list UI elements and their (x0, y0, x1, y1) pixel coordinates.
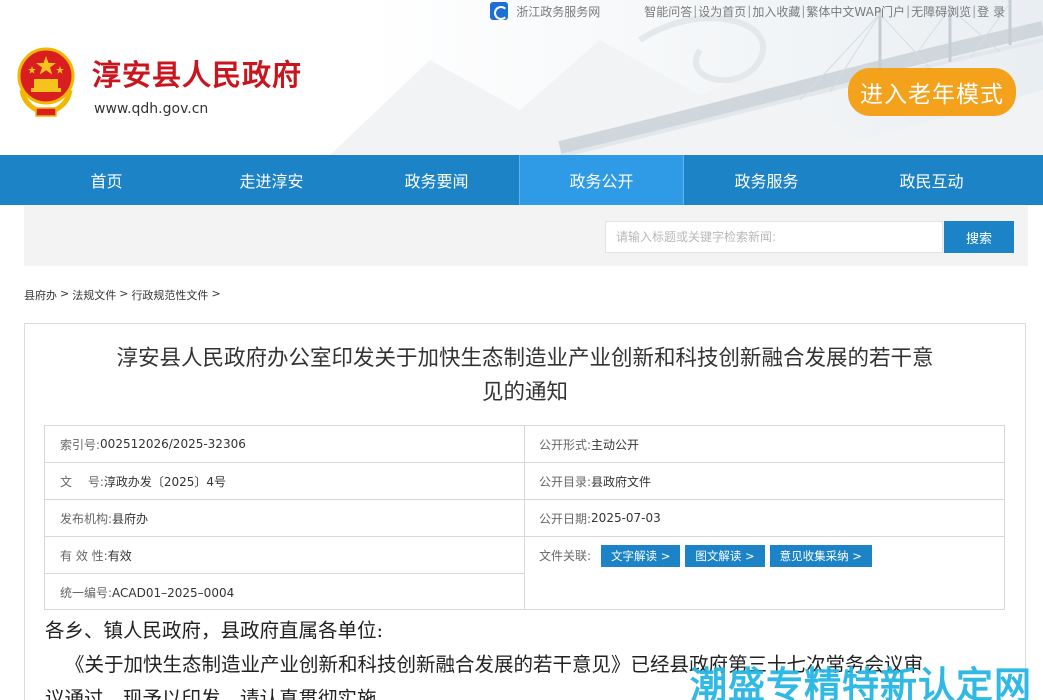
nav-item-public-interaction[interactable]: 政民互动 (849, 155, 1014, 205)
breadcrumb-separator: > (119, 287, 129, 300)
meta-column-left: 索引号: 002512026/2025-32306 文 号: 淳政办发〔2025… (45, 426, 525, 609)
meta-label: 公开目录: (539, 474, 592, 489)
meta-row-disclosure-catalog: 公开目录: 县政府文件 (525, 463, 1004, 500)
top-links: 智能问答 | 设为首页 | 加入收藏 | 繁体中文 WAP门户 | 无障碍浏览 … (644, 3, 1005, 20)
site-header: 浙江政务服务网 智能问答 | 设为首页 | 加入收藏 | 繁体中文 WAP门户 … (0, 0, 1043, 155)
top-link-smart-qa[interactable]: 智能问答 (644, 3, 692, 20)
top-utility-bar: 浙江政务服务网 智能问答 | 设为首页 | 加入收藏 | 繁体中文 WAP门户 … (490, 2, 1005, 20)
meta-label: 公开形式: (539, 437, 592, 452)
breadcrumb: 县府办 > 法规文件 > 行政规范性文件 > (24, 287, 224, 303)
meta-row-disclosure-date: 公开日期: 2025-07-03 (525, 500, 1004, 537)
zhejiang-service-label: 浙江政务服务网 (516, 4, 601, 19)
search-button[interactable]: 搜索 (944, 221, 1014, 253)
meta-label: 索引号: (60, 437, 101, 452)
meta-value: 2025-07-03 (591, 511, 661, 525)
meta-label: 发布机构: (60, 511, 113, 526)
related-feedback-adoption-button[interactable]: 意见收集采纳 > (769, 544, 872, 567)
meta-column-right: 公开形式: 主动公开 公开目录: 县政府文件 公开日期: 2025-07-03 … (525, 426, 1004, 574)
top-link-add-favorite[interactable]: 加入收藏 (752, 3, 800, 20)
top-link-accessibility[interactable]: 无障碍浏览 (911, 3, 971, 20)
meta-label: 文 号: (60, 474, 104, 489)
breadcrumb-item-county-office[interactable]: 县府办 (24, 287, 57, 303)
top-link-wap[interactable]: WAP门户 (854, 3, 905, 20)
meta-row-related-files: 文件关联: 文字解读 > 图文解读 > 意见收集采纳 > (525, 537, 1004, 574)
nav-item-gov-services[interactable]: 政务服务 (684, 155, 849, 205)
article-title-line: 见的通知 (481, 380, 568, 405)
document-meta-table: 索引号: 002512026/2025-32306 文 号: 淳政办发〔2025… (44, 425, 1005, 610)
nav-item-gov-disclosure[interactable]: 政务公开 (519, 155, 684, 205)
search-band: 搜索 (24, 205, 1028, 266)
meta-value: 县府办 (112, 511, 149, 526)
article-panel: 淳安县人民政府办公室印发关于加快生态制造业产业创新和科技创新融合发展的若干意 见… (24, 323, 1026, 700)
meta-row-doc-number: 文 号: 淳政办发〔2025〕4号 (45, 463, 524, 500)
search-input[interactable] (605, 221, 943, 253)
nav-item-home[interactable]: 首页 (24, 155, 189, 205)
article-salutation: 各乡、镇人民政府，县政府直属各单位: (45, 619, 384, 642)
meta-value: 主动公开 (591, 437, 640, 452)
meta-row-index-no: 索引号: 002512026/2025-32306 (45, 426, 524, 463)
meta-value: 002512026/2025-32306 (100, 437, 246, 451)
nav-item-about-chunan[interactable]: 走进淳安 (189, 155, 354, 205)
article-title-line: 淳安县人民政府办公室印发关于加快生态制造业产业创新和科技创新融合发展的若干意 (116, 346, 934, 371)
watermark-logo: 潮盛专精特新认定网 (690, 664, 1032, 700)
meta-row-disclosure-form: 公开形式: 主动公开 (525, 426, 1004, 463)
article-title: 淳安县人民政府办公室印发关于加快生态制造业产业创新和科技创新融合发展的若干意 见… (45, 342, 1005, 410)
zhejiang-service-link[interactable]: 浙江政务服务网 (490, 2, 600, 20)
elder-mode-button[interactable]: 进入老年模式 (848, 68, 1016, 116)
breadcrumb-separator: > (60, 287, 70, 300)
meta-label: 公开日期: (539, 511, 592, 526)
meta-value: 县政府文件 (591, 474, 652, 489)
meta-value: 有效 (107, 548, 132, 563)
breadcrumb-item-regulations[interactable]: 法规文件 (72, 287, 116, 303)
related-graphic-interpretation-button[interactable]: 图文解读 > (685, 544, 765, 567)
meta-row-validity: 有 效 性: 有效 (45, 537, 524, 574)
nav-item-gov-news[interactable]: 政务要闻 (354, 155, 519, 205)
zhejiang-service-logo-icon (490, 2, 509, 20)
breadcrumb-item-normative-docs[interactable]: 行政规范性文件 (131, 287, 208, 303)
meta-label: 统一编号: (60, 586, 113, 600)
meta-value: ACAD01–2025–0004 (112, 585, 235, 600)
top-link-set-homepage[interactable]: 设为首页 (698, 3, 746, 20)
meta-row-unified-code: 统一编号: ACAD01–2025–0004 (45, 574, 524, 611)
site-title[interactable]: 淳安县人民政府 (92, 52, 302, 94)
meta-label: 有 效 性: (60, 548, 108, 563)
breadcrumb-separator: > (211, 287, 221, 300)
main-nav: 首页 走进淳安 政务要闻 政务公开 政务服务 政民互动 (0, 155, 1043, 205)
top-link-login[interactable]: 登 录 (977, 3, 1005, 20)
meta-row-issuer: 发布机构: 县府办 (45, 500, 524, 537)
national-emblem-icon[interactable] (14, 46, 78, 118)
meta-label: 文件关联: (539, 549, 592, 563)
top-link-traditional-chinese[interactable]: 繁体中文 (806, 3, 854, 20)
site-domain: www.qdh.gov.cn (94, 101, 209, 117)
meta-value: 淳政办发〔2025〕4号 (103, 474, 227, 489)
related-text-interpretation-button[interactable]: 文字解读 > (601, 544, 681, 567)
